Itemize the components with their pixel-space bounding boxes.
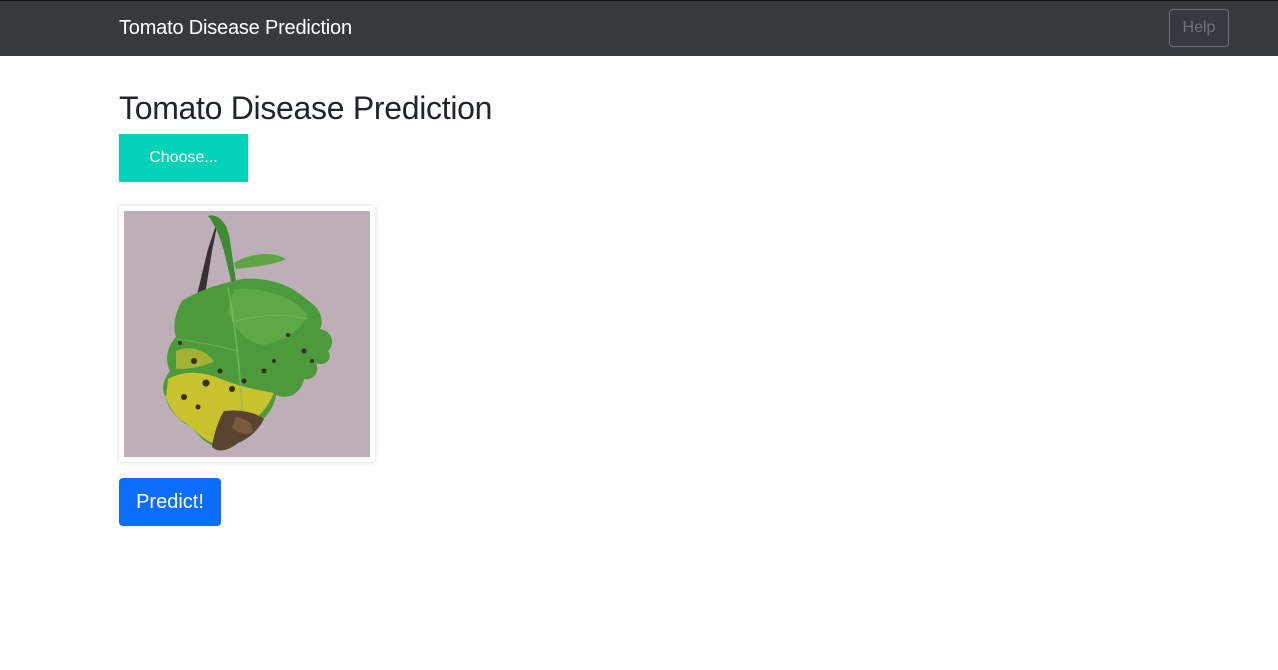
predict-button[interactable]: Predict! bbox=[119, 478, 221, 526]
image-preview bbox=[119, 206, 375, 462]
page-title: Tomato Disease Prediction bbox=[119, 90, 493, 126]
choose-file-button[interactable]: Choose... bbox=[119, 134, 248, 182]
help-button[interactable]: Help bbox=[1169, 9, 1229, 47]
tomato-leaf-image bbox=[124, 211, 370, 457]
navbar: Tomato Disease Prediction Help bbox=[0, 0, 1278, 56]
navbar-brand[interactable]: Tomato Disease Prediction bbox=[119, 16, 352, 40]
